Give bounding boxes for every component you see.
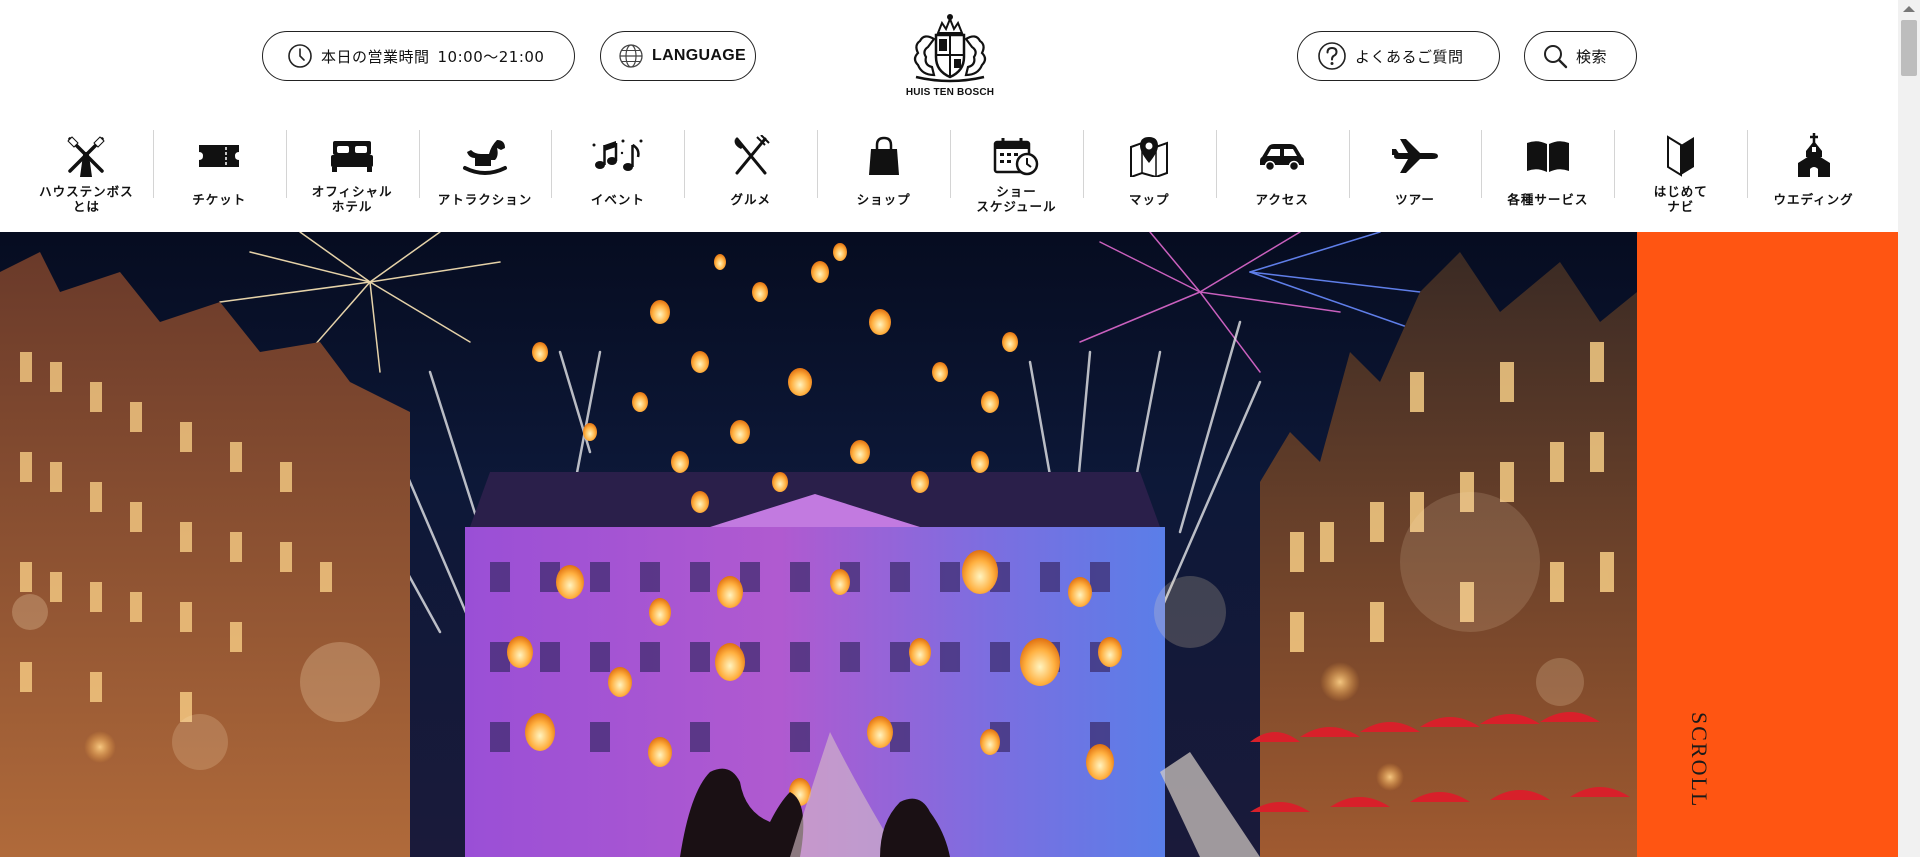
nav-label-map: マップ — [1129, 191, 1170, 207]
nav-label-attraction: アトラクション — [437, 191, 533, 207]
crest-icon — [913, 14, 987, 83]
nav-item-access[interactable]: アクセス — [1215, 128, 1349, 216]
nav-label-services: 各種サービス — [1507, 191, 1589, 207]
nav-item-hotel[interactable]: オフィシャル ホテル — [285, 128, 419, 216]
nav-item-attraction[interactable]: アトラクション — [418, 128, 552, 216]
nav-label-shop: ショップ — [856, 191, 911, 207]
hero-night-scene-image — [0, 232, 1637, 857]
calendar-clock-icon — [986, 132, 1046, 180]
shopping-bag-icon — [854, 132, 914, 180]
clock-icon — [287, 43, 313, 69]
rocking-horse-icon — [455, 132, 515, 180]
nav-item-tour[interactable]: ツアー — [1348, 128, 1482, 216]
beginner-mark-icon — [1651, 132, 1711, 180]
globe-icon — [618, 43, 644, 69]
nav-item-show-schedule[interactable]: ショー スケジュール — [950, 128, 1083, 216]
ticket-icon — [189, 132, 249, 180]
scroll-up-arrow-icon[interactable] — [1903, 6, 1915, 12]
nav-item-gourmet[interactable]: グルメ — [684, 128, 817, 216]
faq-label: よくあるご質問 — [1355, 47, 1464, 66]
nav-label-event: イベント — [590, 191, 645, 207]
bed-icon — [322, 132, 382, 180]
book-icon — [1518, 132, 1578, 180]
nav-item-wedding[interactable]: ウエディング — [1747, 128, 1880, 216]
faq-button[interactable]: よくあるご質問 — [1297, 31, 1500, 81]
nav-label-gourmet: グルメ — [730, 191, 771, 207]
nav-label-tour: ツアー — [1395, 191, 1435, 207]
nav-label-access: アクセス — [1255, 191, 1309, 207]
logo-text: HUIS TEN BOSCH — [905, 87, 995, 98]
nav-item-services[interactable]: 各種サービス — [1481, 128, 1614, 216]
search-icon — [1542, 43, 1568, 69]
nav-label-wedding: ウエディング — [1773, 191, 1854, 207]
search-button[interactable]: 検索 — [1524, 31, 1637, 81]
scrollbar-thumb[interactable] — [1901, 20, 1917, 76]
language-label: LANGUAGE — [652, 47, 746, 64]
nav-item-about[interactable]: ハウステンボス とは — [20, 128, 153, 216]
site-logo[interactable]: HUIS TEN BOSCH — [900, 11, 1000, 98]
main-nav: ハウステンボス とは チケット オフィシャル ホテル アトラクション イベント — [20, 128, 1880, 216]
nav-item-event[interactable]: イベント — [551, 128, 684, 216]
question-icon — [1317, 41, 1347, 71]
nav-label-ticket: チケット — [192, 191, 247, 207]
chapel-icon — [1784, 132, 1844, 180]
nav-item-shop[interactable]: ショップ — [817, 128, 950, 216]
search-label: 検索 — [1576, 47, 1608, 66]
nav-item-ticket[interactable]: チケット — [152, 128, 286, 216]
scroll-indicator[interactable]: SCROLL — [1686, 712, 1712, 808]
airplane-icon — [1385, 132, 1445, 180]
nav-item-map[interactable]: マップ — [1082, 128, 1216, 216]
car-icon — [1252, 132, 1312, 180]
map-pin-icon — [1119, 132, 1179, 180]
nav-label-beginner-navi: はじめて ナビ — [1653, 184, 1708, 214]
language-button[interactable]: LANGUAGE — [600, 31, 756, 81]
fork-knife-icon — [721, 132, 781, 180]
scroll-panel — [1637, 232, 1898, 857]
business-hours-label: 本日の営業時間 — [321, 47, 430, 66]
nav-item-beginner-navi[interactable]: はじめて ナビ — [1614, 128, 1747, 216]
nav-label-show-schedule: ショー スケジュール — [976, 184, 1057, 214]
music-notes-icon — [588, 132, 648, 180]
page-scrollbar[interactable] — [1898, 0, 1920, 857]
hero-visual — [0, 232, 1637, 857]
business-hours-button[interactable]: 本日の営業時間 10:00～21:00 — [262, 31, 575, 81]
nav-label-hotel: オフィシャル ホテル — [311, 184, 393, 214]
site-header: 本日の営業時間 10:00～21:00 LANGUAGE HUIS TEN BO… — [0, 0, 1898, 232]
business-hours-value: 10:00～21:00 — [437, 47, 545, 66]
windmill-icon — [56, 132, 116, 180]
nav-label-about: ハウステンボス とは — [39, 184, 134, 214]
